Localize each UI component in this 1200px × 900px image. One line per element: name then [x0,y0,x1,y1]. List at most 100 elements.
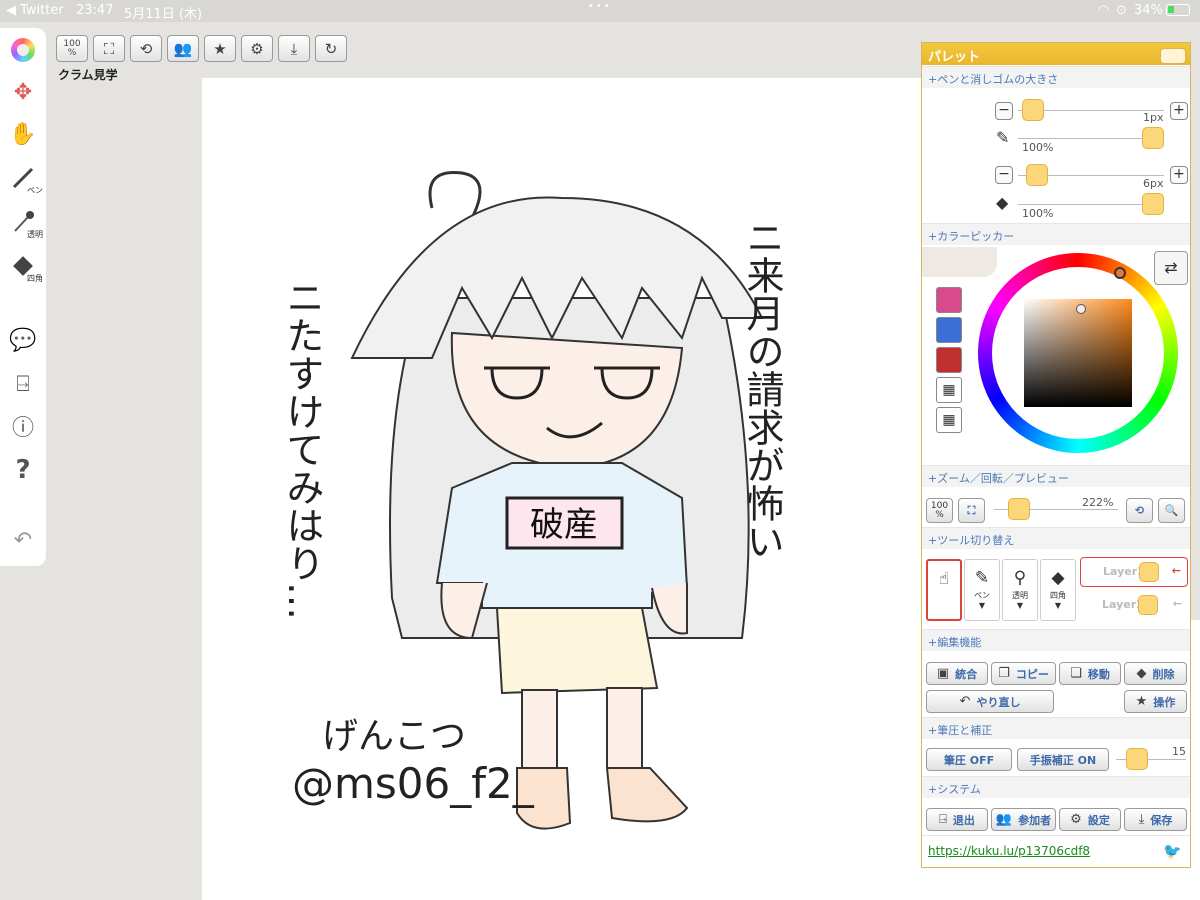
pen-tool-button[interactable]: ペン [0,158,46,198]
settings-button[interactable]: ⚙ [241,35,273,62]
hair-ahoge [428,170,482,219]
eraser-size-plus-button[interactable]: + [1170,166,1188,184]
share-url-link[interactable]: https://kuku.lu/p13706cdf8 [928,844,1090,858]
signature-handle: @ms06_f2_ [292,759,535,808]
users-icon: 👥 [173,39,193,58]
favorite-button[interactable]: ★ [204,35,236,62]
system-settings-button[interactable]: ⚙ 設定 [1059,808,1121,831]
delete-button[interactable]: ◆ 削除 [1124,662,1187,685]
star-icon: ★ [1135,694,1148,709]
reload-button[interactable]: ↻ [315,35,347,62]
participants-button[interactable]: 👥 参加者 [991,808,1056,831]
pen-size-slider[interactable] [1022,99,1044,121]
transparent-tool-button[interactable]: 透明 [0,202,46,242]
move-tool-button[interactable]: ✥ [0,72,46,112]
layer2-opacity-knob[interactable] [1138,595,1158,615]
section-pressure[interactable]: +筆圧と補正 [922,717,1190,739]
zoom-slider[interactable] [1008,498,1030,520]
tool-pen-button[interactable]: ✎ ペン ▼ [964,559,1000,621]
zoom-100-button[interactable]: 100% [56,35,88,62]
stabilizer-toggle-button[interactable]: 手振補正 ON [1017,748,1109,771]
section-edit[interactable]: +編集機能 [922,629,1190,651]
wifi-icon: ◠ [1098,3,1110,18]
copy-button[interactable]: ❐ コピー [991,662,1056,685]
section-system[interactable]: +システム [922,776,1190,798]
pen-size-plus-button[interactable]: + [1170,102,1188,120]
layer1-row[interactable]: Layer1 ← [1080,557,1188,587]
palette-zoom-100-button[interactable]: 100% [926,498,953,523]
chevron-down-icon: ▼ [1016,601,1024,610]
color-swatch-2[interactable] [936,317,962,343]
copy-label: コピー [1015,667,1049,681]
color-swatch-3[interactable] [936,347,962,373]
save-label: 保存 [1150,813,1173,827]
section-color-picker[interactable]: +カラーピッカー [922,223,1190,245]
stabilizer-slider[interactable] [1126,748,1148,770]
drawing-canvas[interactable]: 破産 ニ来月の請求が怖い ニたすけてみはり… げんこつ @ms06_f2_ [202,78,922,900]
twitter-bird-icon[interactable]: 🐦 [1163,842,1182,860]
current-color-preview[interactable] [922,247,997,277]
redo-button[interactable]: ↶ やり直し [926,690,1054,713]
move-button[interactable]: ❏ 移動 [1059,662,1121,685]
copy-icon: ❐ [998,666,1010,681]
right-vertical-text: ニ来月の請求が怖い [740,218,784,560]
merge-icon: ▣ [936,666,950,681]
star-icon: ★ [213,39,227,58]
tool-transparent-button[interactable]: ⚲ 透明 ▼ [1002,559,1038,621]
save-button[interactable]: ⤓ 保存 [1124,808,1187,831]
layer2-row[interactable]: Layer2 ← [1080,591,1188,621]
eraser-opacity-slider[interactable] [1142,193,1164,215]
multitask-dots-icon[interactable]: ••• [588,1,612,12]
merge-button[interactable]: ▣ 統合 [926,662,988,685]
hue-handle[interactable] [1114,267,1126,279]
sv-handle[interactable] [1076,304,1086,314]
back-to-app[interactable]: ◀ Twitter [6,3,64,18]
add-swatch-button[interactable]: ▦ [936,377,962,403]
pen-size-minus-button[interactable]: − [995,102,1013,120]
rotate-icon: ⟲ [139,39,153,58]
fit-screen-button[interactable]: ⛶ [93,35,125,62]
color-wheel-button[interactable] [0,30,46,70]
tool-pen-label: ペン [974,591,990,600]
palette-rotate-button[interactable]: ⟲ [1126,498,1153,523]
move-label: 移動 [1087,667,1110,681]
palette-panel: パレット +ペンと消しゴムの大きさ − + 1px ✎ 100% − + 6px… [921,42,1191,868]
drawing-artwork: 破産 ニ来月の請求が怖い ニたすけてみはり… げんこつ @ms06_f2_ [280,170,784,830]
color-swap-button[interactable]: ⇄ [1154,251,1188,285]
section-zoom[interactable]: +ズーム／回転／プレビュー [922,465,1190,487]
eraser-size-minus-button[interactable]: − [995,166,1013,184]
undo-button[interactable]: ↶ [0,520,46,560]
preview-button[interactable]: 🔍 [1158,498,1185,523]
undo-icon: ↶ [959,694,971,709]
pressure-label: 筆圧 OFF [943,753,995,767]
layer1-opacity-knob[interactable] [1139,562,1159,582]
exit-room-button[interactable]: ⍈ [0,364,46,404]
tool-hand-button[interactable]: ☝ [926,559,962,621]
share-swatch-button[interactable]: ▦ [936,407,962,433]
users-button[interactable]: 👥 [167,35,199,62]
tool-rect-button[interactable]: ◆ 四角 ▼ [1040,559,1076,621]
shirt-text: 破産 [530,505,598,545]
pen-opacity-slider[interactable] [1142,127,1164,149]
download-icon: ⤓ [290,39,298,58]
eraser-size-slider[interactable] [1026,164,1048,186]
rect-tool-button[interactable]: 四角 [0,246,46,286]
reload-icon: ↻ [324,39,338,58]
section-pen-eraser-size[interactable]: +ペンと消しゴムの大きさ [922,66,1190,88]
right-boot [605,767,689,823]
color-swatch-1[interactable] [936,287,962,313]
chat-button[interactable]: 💬 [0,320,46,360]
download-button[interactable]: ⤓ [278,35,310,62]
section-tool-switch[interactable]: +ツール切り替え [922,527,1190,549]
operation-button[interactable]: ★ 操作 [1124,690,1187,713]
rotate-button[interactable]: ⟲ [130,35,162,62]
info-button[interactable]: ⓘ [0,406,46,446]
saturation-value-square[interactable] [1024,299,1132,407]
rotate-icon: ⟲ [1134,504,1145,517]
exit-button[interactable]: ⍈ 退出 [926,808,988,831]
help-button[interactable]: ? [0,450,46,490]
hand-tool-button[interactable]: ✋ [0,114,46,154]
pressure-toggle-button[interactable]: 筆圧 OFF [926,748,1012,771]
palette-fit-button[interactable]: ⛶ [958,498,985,523]
palette-minimize-button[interactable] [1160,48,1186,64]
